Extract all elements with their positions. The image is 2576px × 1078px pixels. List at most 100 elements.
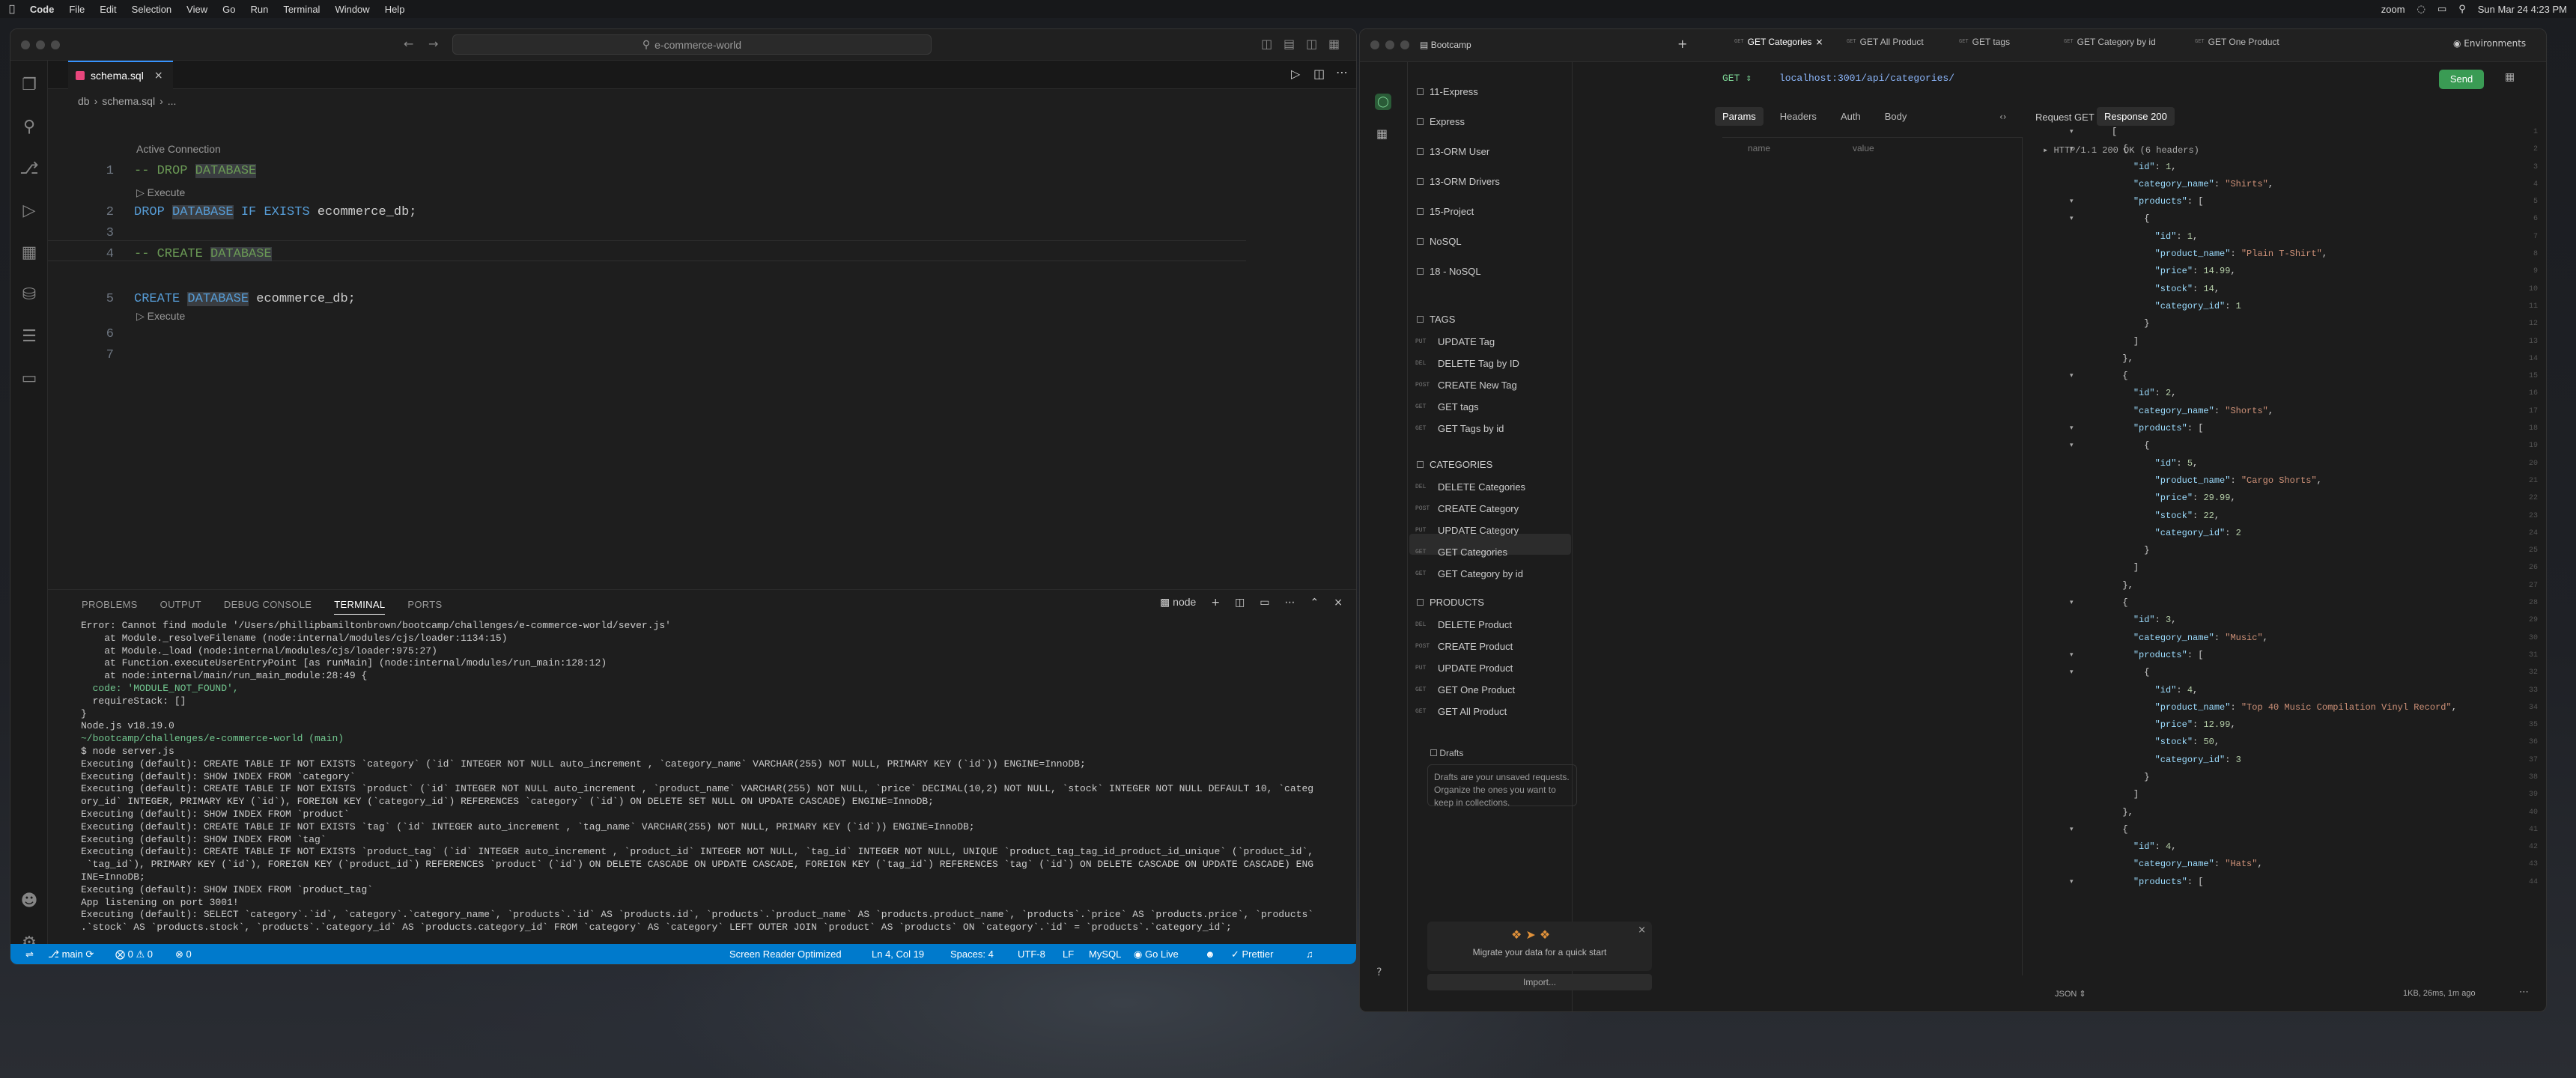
request-tab-headers[interactable]: Headers: [1772, 107, 1824, 126]
close-window-button[interactable]: [1370, 40, 1379, 49]
apis-icon[interactable]: ▦: [1376, 127, 1388, 141]
request-item[interactable]: PUT UPDATE Category: [1415, 525, 1519, 536]
request-item[interactable]: GET GET All Product: [1415, 706, 1507, 717]
request-item[interactable]: POST CREATE New Tag: [1415, 380, 1517, 391]
url-input[interactable]: localhost:3001/api/categories/: [1779, 73, 1954, 84]
problems-indicator[interactable]: ⨂ 0 ⚠ 0: [115, 948, 153, 960]
collection-item[interactable]: NoSQL: [1417, 236, 1462, 247]
explorer-icon[interactable]: ❐: [19, 76, 39, 95]
remote-indicator[interactable]: ⇌: [25, 948, 34, 960]
search-icon[interactable]: ⚲: [19, 118, 39, 137]
code-editor[interactable]: Active Connection ▷ Execute ▷ Execute 1 -- D…: [48, 110, 1356, 589]
collection-item[interactable]: Express: [1417, 116, 1465, 127]
panel-tab-ports[interactable]: PORTS: [407, 599, 442, 615]
collection-item[interactable]: 13-ORM User: [1417, 146, 1489, 157]
help-icon[interactable]: ?: [1376, 966, 1382, 978]
prettier-status[interactable]: ✓ Prettier: [1231, 948, 1273, 960]
terminal-shell-label[interactable]: ▩ node: [1160, 596, 1196, 609]
request-tab[interactable]: GET GET Category by id: [2064, 37, 2156, 47]
close-panel-icon[interactable]: ×: [1334, 597, 1343, 609]
branch-indicator[interactable]: ⎇ main ⟳: [48, 948, 94, 960]
clock[interactable]: Sun Mar 24 4:23 PM: [2478, 4, 2567, 15]
request-tab[interactable]: GET GET One Product: [2195, 37, 2279, 47]
menu-file[interactable]: File: [69, 4, 85, 15]
request-item[interactable]: GET GET Category by id: [1415, 568, 1523, 579]
import-button[interactable]: Import...: [1427, 974, 1652, 990]
request-tab[interactable]: GET GET All Product: [1847, 37, 1924, 47]
search-icon[interactable]: ⚲: [2458, 4, 2466, 15]
kill-terminal-icon[interactable]: ▭: [1260, 597, 1269, 609]
environments-button[interactable]: ◉ Environments: [2453, 38, 2526, 49]
request-tab-body[interactable]: Body: [1877, 107, 1915, 126]
menu-window[interactable]: Window: [335, 4, 369, 15]
request-item[interactable]: GET GET Tags by id: [1415, 423, 1504, 434]
wifi-icon[interactable]: ◌: [2417, 4, 2425, 15]
more-actions-icon[interactable]: ⋯: [2519, 987, 2529, 998]
request-tab-params[interactable]: Params: [1715, 107, 1764, 126]
terminal-output[interactable]: Error: Cannot find module '/Users/philli…: [81, 620, 1354, 934]
menu-help[interactable]: Help: [385, 4, 405, 15]
tab-schema-sql[interactable]: schema.sql ×: [68, 61, 173, 89]
close-icon[interactable]: ×: [1815, 37, 1823, 47]
copilot-icon[interactable]: ☻: [1205, 948, 1215, 960]
request-item[interactable]: PUT UPDATE Product: [1415, 663, 1513, 674]
more-actions-icon[interactable]: ⋯: [1285, 597, 1295, 609]
app-name[interactable]: Code: [30, 4, 55, 15]
collection-item[interactable]: 13-ORM Drivers: [1417, 176, 1500, 187]
split-editor-icon[interactable]: ◫: [1313, 67, 1325, 81]
drafts-header[interactable]: Drafts: [1430, 748, 1543, 758]
active-connection-lens[interactable]: Active Connection: [136, 143, 221, 155]
collection-item[interactable]: 18 - NoSQL: [1417, 266, 1481, 277]
response-json-body[interactable]: [ { "id": 1, "category_name": "Shirts", …: [2112, 124, 2546, 891]
screen-reader-status[interactable]: Screen Reader Optimized: [729, 948, 842, 960]
cursor-position[interactable]: Ln 4, Col 19: [872, 948, 924, 960]
maximize-panel-icon[interactable]: ⌃: [1310, 597, 1319, 609]
indentation[interactable]: Spaces: 4: [950, 948, 994, 960]
request-item[interactable]: POST CREATE Category: [1415, 503, 1519, 514]
collections-icon[interactable]: ◯: [1375, 94, 1391, 110]
notifications-icon[interactable]: ♫: [1306, 948, 1313, 960]
minimize-window-button[interactable]: [36, 40, 45, 49]
request-tab[interactable]: GET GET Categories ×: [1734, 37, 1823, 47]
folder-header[interactable]: CATEGORIES: [1417, 459, 1492, 470]
avatar[interactable]: [1376, 1011, 1387, 1012]
workspace-name[interactable]: ▤ Bootcamp: [1420, 40, 1471, 50]
execute-lens[interactable]: ▷ Execute: [136, 186, 185, 199]
menu-terminal[interactable]: Terminal: [283, 4, 320, 15]
request-item[interactable]: GET GET Categories: [1415, 546, 1507, 558]
folder-header[interactable]: PRODUCTS: [1417, 597, 1484, 608]
breadcrumb-item[interactable]: db: [78, 95, 90, 107]
close-icon[interactable]: ×: [1638, 925, 1646, 936]
request-item[interactable]: DEL DELETE Tag by ID: [1415, 358, 1519, 369]
collection-item[interactable]: 15-Project: [1417, 206, 1474, 217]
source-control-icon[interactable]: ⎇: [19, 159, 39, 179]
ports-indicator[interactable]: ⊗ 0: [175, 948, 192, 960]
request-tab-auth[interactable]: Auth: [1833, 107, 1868, 126]
menu-view[interactable]: View: [186, 4, 207, 15]
request-view-tab[interactable]: Request GET: [2035, 112, 2094, 123]
request-item[interactable]: POST CREATE Product: [1415, 641, 1513, 652]
new-button[interactable]: +: [1677, 37, 1687, 51]
menu-edit[interactable]: Edit: [100, 4, 116, 15]
request-item[interactable]: PUT UPDATE Tag: [1415, 336, 1495, 347]
battery-icon[interactable]: ▭: [2437, 4, 2446, 15]
toggle-secondary-sidebar-icon[interactable]: ◫: [1306, 37, 1317, 51]
toggle-sidebar-icon[interactable]: ◫: [1261, 37, 1272, 51]
close-icon[interactable]: ×: [154, 70, 163, 82]
fold-arrows[interactable]: ▾ ▾ ▾ ▾ ▾ ▾ ▾ ▾ ▾ ▾ ▾ ▾: [2070, 124, 2085, 891]
extensions-icon[interactable]: ▦: [19, 243, 39, 263]
customize-layout-icon[interactable]: ▦: [1328, 37, 1340, 51]
go-live-button[interactable]: ◉ Go Live: [1134, 948, 1179, 960]
layers-icon[interactable]: ☰: [19, 327, 39, 347]
zoom-indicator[interactable]: zoom: [2381, 4, 2405, 15]
collection-item[interactable]: 11-Express: [1417, 86, 1478, 97]
folder-header[interactable]: TAGS: [1417, 314, 1455, 325]
sidebar-toggle-icon[interactable]: ▦: [2505, 71, 2515, 83]
close-window-button[interactable]: [21, 40, 30, 49]
toggle-panel-icon[interactable]: ▤: [1284, 37, 1295, 51]
menu-go[interactable]: Go: [222, 4, 235, 15]
accounts-icon[interactable]: ☻: [19, 892, 39, 911]
encoding[interactable]: UTF-8: [1018, 948, 1045, 960]
panel-tab-output[interactable]: OUTPUT: [160, 599, 201, 615]
breadcrumb-item[interactable]: schema.sql: [102, 95, 155, 107]
